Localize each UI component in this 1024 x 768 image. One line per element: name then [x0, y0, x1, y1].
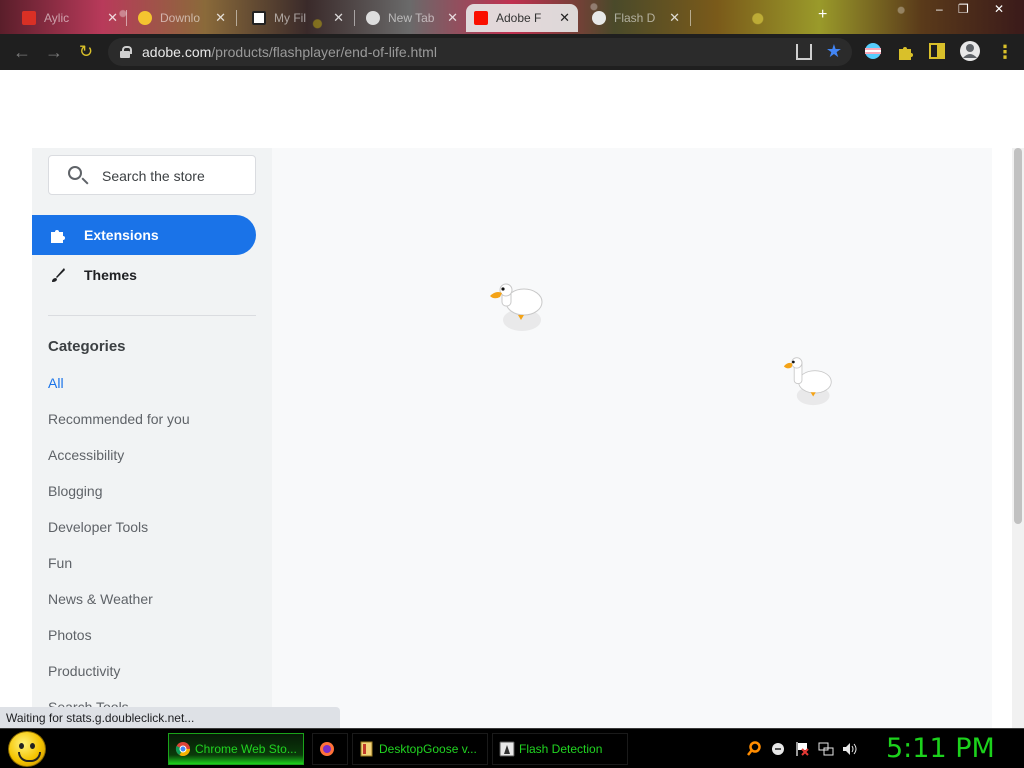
nav-themes-label: Themes [84, 267, 137, 283]
category-blogging[interactable]: Blogging [48, 483, 103, 499]
categories-heading: Categories [48, 338, 126, 355]
browser-toolbar: ← → ↻ adobe.com/products/flashplayer/end… [0, 34, 1024, 70]
maximize-button[interactable]: ❐ [958, 2, 969, 16]
taskbar-chrome-web-store[interactable]: Chrome Web Sto... [168, 733, 304, 765]
menu-kebab-icon[interactable]: ⋮ [996, 42, 1014, 63]
tray-network-icon[interactable] [818, 741, 834, 757]
taskbar-firefox[interactable] [312, 733, 348, 765]
category-productivity[interactable]: Productivity [48, 663, 120, 679]
category-all[interactable]: All [48, 375, 64, 391]
taskbar-label: Chrome Web Sto... [195, 742, 297, 756]
tab-new-tab[interactable]: New Tab ✕ [358, 4, 466, 32]
back-button[interactable]: ← [12, 42, 32, 62]
tray-flag-icon[interactable] [794, 741, 810, 757]
address-bar[interactable]: adobe.com/products/flashplayer/end-of-li… [108, 38, 852, 66]
archive-icon [252, 11, 266, 25]
github-icon [366, 11, 380, 25]
lock-icon[interactable] [120, 46, 132, 58]
category-recommended[interactable]: Recommended for you [48, 411, 190, 427]
reload-button[interactable]: ↻ [76, 42, 96, 62]
web-store: Extensions Themes Categories All Recomme… [32, 148, 992, 728]
tab-title: Adobe F [496, 11, 542, 25]
page-scrollbar[interactable] [1012, 148, 1024, 728]
taskbar: Chrome Web Sto... DesktopGoose v... Flas… [0, 728, 1024, 768]
adobe-icon [474, 11, 488, 25]
close-window-button[interactable]: ✕ [994, 2, 1004, 16]
tab-separator [354, 10, 355, 26]
forward-button[interactable]: → [44, 42, 64, 62]
url-host: adobe.com [142, 44, 212, 60]
tray-search-icon[interactable] [746, 741, 762, 757]
category-accessibility[interactable]: Accessibility [48, 447, 124, 463]
puzzle-icon [51, 230, 65, 243]
close-icon[interactable]: ✕ [559, 10, 570, 26]
chrome-icon [175, 742, 190, 756]
goose-icon[interactable] [780, 356, 836, 406]
folder-icon [360, 741, 373, 757]
close-icon[interactable]: ✕ [333, 10, 344, 26]
profile-avatar-icon[interactable] [959, 40, 981, 62]
tab-downloads[interactable]: Downlo ✕ [130, 4, 234, 32]
extensions-puzzle-icon[interactable] [897, 43, 914, 60]
close-icon[interactable]: ✕ [215, 10, 226, 26]
nav-extensions[interactable]: Extensions [32, 215, 256, 255]
store-content-area [272, 148, 992, 728]
url-path: /products/flashplayer/end-of-life.html [211, 44, 437, 60]
start-button[interactable] [8, 731, 46, 767]
tab-flash-detection[interactable]: Flash D ✕ [584, 4, 688, 32]
flash-detection-icon [499, 741, 515, 757]
status-bubble: Waiting for stats.g.doubleclick.net... [0, 707, 340, 728]
firefox-icon [320, 742, 334, 756]
close-icon[interactable]: ✕ [447, 10, 458, 26]
new-tab-button[interactable]: + [818, 6, 827, 24]
taskbar-flash-detection[interactable]: Flash Detection [492, 733, 628, 765]
taskbar-label: DesktopGoose v... [379, 742, 477, 756]
bookmark-star-icon[interactable]: ★ [826, 41, 842, 62]
tab-separator [690, 10, 691, 26]
nav-themes[interactable]: Themes [32, 255, 256, 295]
tab-title: Aylic [44, 11, 70, 25]
tab-aylic[interactable]: Aylic ✕ [14, 4, 126, 32]
goose-icon[interactable] [488, 282, 544, 332]
tab-title: New Tab [388, 11, 435, 25]
brush-icon [52, 268, 65, 282]
tray-chat-icon[interactable] [770, 741, 786, 757]
store-sidebar: Extensions Themes Categories All Recomme… [32, 148, 272, 728]
category-fun[interactable]: Fun [48, 555, 72, 571]
extension-flag-icon[interactable] [864, 42, 882, 60]
tab-strip: Aylic ✕ Downlo ✕ My Fil ✕ New Tab ✕ Adob… [0, 0, 1024, 34]
tab-title: Flash D [614, 11, 656, 25]
tab-separator [126, 10, 127, 26]
minimize-button[interactable]: – [936, 2, 943, 16]
flash-icon [592, 11, 606, 25]
page-header-area [0, 70, 1024, 148]
share-icon[interactable] [796, 44, 812, 60]
side-panel-icon[interactable] [929, 43, 945, 59]
sidebar-divider [48, 315, 256, 316]
search-input[interactable] [102, 166, 252, 186]
tab-adobe[interactable]: Adobe F ✕ [466, 4, 578, 32]
tab-title: My Fil [274, 11, 306, 25]
tab-title: Downlo [160, 11, 201, 25]
scrollbar-thumb[interactable] [1014, 148, 1022, 524]
download-icon [138, 11, 152, 25]
category-developer-tools[interactable]: Developer Tools [48, 519, 148, 535]
close-icon[interactable]: ✕ [107, 10, 118, 26]
tab-separator [236, 10, 237, 26]
category-news-weather[interactable]: News & Weather [48, 591, 153, 607]
close-icon[interactable]: ✕ [669, 10, 680, 26]
taskbar-desktopgoose[interactable]: DesktopGoose v... [352, 733, 488, 765]
tray-volume-icon[interactable] [842, 741, 858, 757]
nav-extensions-label: Extensions [84, 227, 159, 243]
search-box[interactable] [48, 155, 256, 195]
taskbar-label: Flash Detection [519, 742, 603, 756]
taskbar-clock[interactable]: 5:11 PM [886, 733, 995, 764]
search-icon [68, 166, 82, 180]
pdf-icon [22, 11, 36, 25]
tab-my-files[interactable]: My Fil ✕ [244, 4, 352, 32]
category-photos[interactable]: Photos [48, 627, 92, 643]
